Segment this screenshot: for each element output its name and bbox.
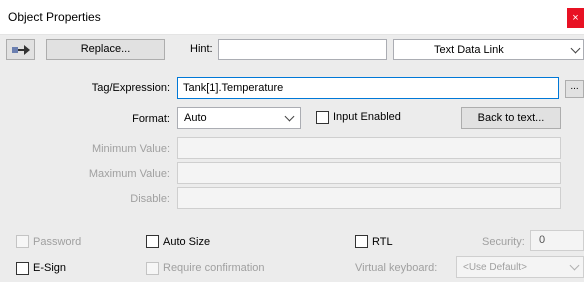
chevron-down-icon xyxy=(284,111,295,122)
browse-tag-button[interactable]: ... xyxy=(565,80,584,98)
format-value: Auto xyxy=(184,112,207,124)
virtual-keyboard-value: <Use Default> xyxy=(463,262,527,273)
require-confirmation-checkbox xyxy=(146,262,159,275)
format-select[interactable]: Auto xyxy=(177,107,301,129)
auto-size-label: Auto Size xyxy=(163,236,211,248)
chevron-down-icon xyxy=(570,43,581,54)
window-title: Object Properties xyxy=(8,10,101,24)
disable-input xyxy=(177,187,561,209)
replace-button[interactable]: Replace... xyxy=(46,39,165,60)
minimum-value-label: Minimum Value: xyxy=(91,143,170,155)
rtl-checkbox[interactable] xyxy=(355,235,368,248)
close-icon: × xyxy=(572,12,579,24)
e-sign-checkbox[interactable] xyxy=(16,262,29,275)
require-confirmation-label: Require confirmation xyxy=(163,262,265,274)
tag-expression-value: Tank[1].Temperature xyxy=(183,82,284,94)
maximum-value-label: Maximum Value: xyxy=(88,168,170,180)
security-value: 0 xyxy=(539,234,546,246)
input-enabled-label: Input Enabled xyxy=(333,111,401,123)
back-to-text-button[interactable]: Back to text... xyxy=(461,107,561,129)
link-type-select[interactable]: Text Data Link xyxy=(393,39,584,60)
hint-input[interactable] xyxy=(218,39,387,60)
disable-label: Disable: xyxy=(130,193,170,205)
minimum-value-input xyxy=(177,137,561,159)
link-type-value: Text Data Link xyxy=(434,44,504,56)
chevron-down-icon xyxy=(569,260,580,271)
maximum-value-input xyxy=(177,162,561,184)
e-sign-label: E-Sign xyxy=(33,262,67,274)
link-icon-button[interactable] xyxy=(6,39,35,60)
format-label: Format: xyxy=(132,113,170,125)
rtl-label: RTL xyxy=(372,236,393,248)
password-checkbox xyxy=(16,235,29,248)
security-input: 0 xyxy=(530,230,584,251)
link-arrow-icon xyxy=(11,45,30,55)
security-label: Security: xyxy=(482,236,525,248)
hint-label: Hint: xyxy=(190,43,213,55)
close-button[interactable]: × xyxy=(567,8,584,28)
tag-expression-label: Tag/Expression: xyxy=(91,82,170,94)
virtual-keyboard-select: <Use Default> xyxy=(456,256,584,278)
replace-button-label: Replace... xyxy=(80,43,131,55)
input-enabled-checkbox[interactable] xyxy=(316,111,329,124)
virtual-keyboard-label: Virtual keyboard: xyxy=(355,262,438,274)
tag-expression-input[interactable]: Tank[1].Temperature xyxy=(177,77,559,99)
password-label: Password xyxy=(33,236,82,248)
auto-size-checkbox[interactable] xyxy=(146,235,159,248)
